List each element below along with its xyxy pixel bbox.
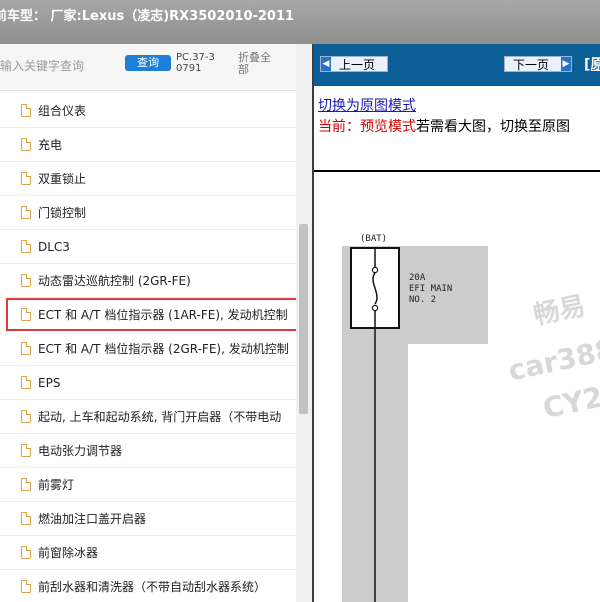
search-bar: 查询 PC.37-30791 折叠全部 xyxy=(0,44,312,91)
arrow-left-icon: ◀ xyxy=(321,57,331,71)
document-icon xyxy=(21,274,31,287)
fuse-terminal-bottom xyxy=(371,304,379,312)
tree-scrollbar[interactable] xyxy=(296,44,312,602)
tree-item-label: 前刮水器和清洗器（不带自动刮水器系统） xyxy=(38,580,267,594)
tree-item[interactable]: 起动, 上车和起动系统, 背门开启器（不带电动 xyxy=(0,400,304,434)
document-icon xyxy=(21,342,31,355)
tree-item-label: ECT 和 A/T 档位指示器 (1AR-FE), 发动机控制 xyxy=(38,308,288,322)
document-icon xyxy=(21,410,31,423)
left-panel: 查询 PC.37-30791 折叠全部 组合仪表 充电 双重锁止 门锁控制 DL… xyxy=(0,44,312,602)
tree-item-label: 前窗除冰器 xyxy=(38,546,99,560)
document-icon xyxy=(21,580,31,593)
tree-item[interactable]: 燃油加注口盖开启器 xyxy=(0,502,304,536)
tree-item-label: 动态雷达巡航控制 (2GR-FE) xyxy=(38,274,191,288)
watermark: 畅易 car388 CY20 xyxy=(506,291,600,425)
tree-item[interactable]: 动态雷达巡航控制 (2GR-FE) xyxy=(0,264,304,298)
tree-item-label: 组合仪表 xyxy=(38,104,87,118)
fuse-number: NO. 2 xyxy=(409,295,436,305)
next-page-button[interactable]: 下一页 ▶ xyxy=(504,56,572,72)
document-icon xyxy=(21,206,31,219)
tree-item-label: 双重锁止 xyxy=(38,172,87,186)
search-input[interactable] xyxy=(0,55,122,77)
tree-item-label: 起动, 上车和起动系统, 背门开启器（不带电动 xyxy=(38,410,282,424)
fuse-name: EFI MAIN xyxy=(409,284,452,294)
mode-status: 当前：预览模式若需看大图，切换至原图 xyxy=(318,116,570,136)
tree-item[interactable]: 双重锁止 xyxy=(0,162,304,196)
watermark-line-1: 畅易 xyxy=(531,291,588,331)
tree-item[interactable]: 前雾灯 xyxy=(0,468,304,502)
switch-original-link[interactable]: 切换为原图模式 xyxy=(318,95,416,115)
tree-item[interactable]: 门锁控制 xyxy=(0,196,304,230)
document-icon xyxy=(21,138,31,151)
tree-item[interactable]: 前刮水器和清洗器（不带自动刮水器系统） xyxy=(0,570,304,602)
watermark-line-2: car388 xyxy=(506,333,600,388)
fuse-terminal-top xyxy=(371,266,379,274)
tree-item-label: 充电 xyxy=(38,138,63,152)
tree-item[interactable]: DLC3 xyxy=(0,230,304,264)
tree-item-selected[interactable]: ECT 和 A/T 档位指示器 (1AR-FE), 发动机控制 xyxy=(6,298,304,331)
document-icon xyxy=(21,478,31,491)
window-title: 前车型： 厂家:Lexus（凌志)RX3502010-2011 xyxy=(0,9,295,24)
tree-item-label: 燃油加注口盖开启器 xyxy=(38,512,147,526)
original-view-link[interactable]: [原 xyxy=(584,54,600,74)
title-bar: 前车型： 厂家:Lexus（凌志)RX3502010-2011 xyxy=(0,0,600,45)
fuse-rating: 20A xyxy=(409,273,426,283)
search-button[interactable]: 查询 xyxy=(125,55,171,71)
document-icon xyxy=(21,444,31,457)
document-icon xyxy=(21,240,31,253)
tree-item[interactable]: ECT 和 A/T 档位指示器 (2GR-FE), 发动机控制 xyxy=(0,332,304,366)
scrollbar-thumb[interactable] xyxy=(299,224,308,414)
wiring-diagram: (BAT) 20A EFI MAIN NO. 2 畅易 car388 CY20 xyxy=(342,234,600,602)
document-icon xyxy=(21,546,31,559)
document-icon xyxy=(21,512,31,525)
tree-item[interactable]: 组合仪表 xyxy=(0,94,304,128)
document-icon xyxy=(21,172,31,185)
tree-item[interactable]: 前窗除冰器 xyxy=(0,536,304,570)
prev-page-label: 上一页 xyxy=(339,58,376,72)
tree-item-label: ECT 和 A/T 档位指示器 (2GR-FE), 发动机控制 xyxy=(38,342,289,356)
tree-item-label: 门锁控制 xyxy=(38,206,87,220)
tree-item-label: 前雾灯 xyxy=(38,478,75,492)
arrow-right-icon: ▶ xyxy=(561,57,571,71)
document-icon xyxy=(21,104,31,117)
current-mode-label: 当前：预览模式 xyxy=(318,119,416,135)
tree-item-label: 电动张力调节器 xyxy=(38,444,123,458)
pc-code: PC.37-30791 xyxy=(176,52,215,74)
tree-item-label: EPS xyxy=(38,375,61,390)
viewer-navbar: ◀ 上一页 下一页 ▶ [原 xyxy=(314,44,600,86)
next-page-label: 下一页 xyxy=(513,58,550,72)
bat-label: (BAT) xyxy=(360,234,387,244)
prev-page-button[interactable]: ◀ 上一页 xyxy=(320,56,388,72)
tree-item[interactable]: 充电 xyxy=(0,128,304,162)
tree-item[interactable]: EPS xyxy=(0,366,304,400)
tree-item[interactable]: 电动张力调节器 xyxy=(0,434,304,468)
document-icon xyxy=(21,308,31,321)
tree-item-label: DLC3 xyxy=(38,239,70,254)
current-mode-hint: 若需看大图，切换至原图 xyxy=(416,119,570,135)
watermark-line-3: CY20 xyxy=(540,376,600,425)
document-icon xyxy=(21,376,31,389)
collapse-all-link[interactable]: 折叠全部 xyxy=(238,52,278,76)
viewer-panel: ◀上一页 下一页▶ [原 切换为原图模式 当前：预览模式若需看大图，切换至原图 … xyxy=(312,44,600,602)
